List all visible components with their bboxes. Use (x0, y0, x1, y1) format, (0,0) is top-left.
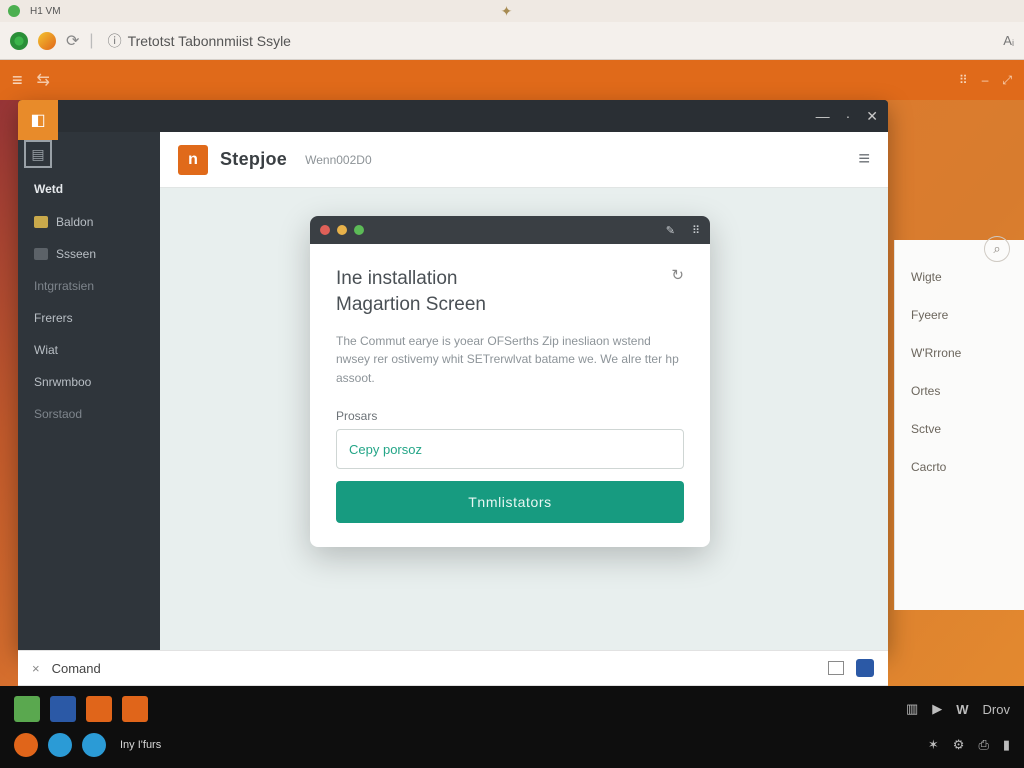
sidebar-item-1[interactable]: Ssseen (18, 238, 160, 270)
traffic-light-max[interactable] (354, 225, 364, 235)
right-panel-item-2[interactable]: W'Rrrone (911, 334, 1008, 372)
panel-icon (34, 248, 48, 260)
toolbar-right-3[interactable]: ⤢ (1002, 73, 1012, 88)
edit-icon[interactable]: ✎ (666, 224, 675, 237)
toolbar-glyph[interactable]: ⇆ (37, 70, 50, 90)
right-panel-item-4[interactable]: Sctve (911, 410, 1008, 448)
command-label: Comand (52, 661, 101, 676)
window-close-button[interactable]: ✕ (866, 108, 878, 125)
play-icon[interactable]: ▶ (932, 701, 942, 717)
traffic-light-close[interactable] (320, 225, 330, 235)
right-panel-item-0[interactable]: Wigte (911, 258, 1008, 296)
right-panel-item-3[interactable]: Ortes (911, 372, 1008, 410)
task-circle-0[interactable] (14, 733, 38, 757)
window-titlebar: — · ✕ (18, 100, 888, 132)
window-minimize-button[interactable]: — (816, 108, 830, 124)
right-panel-item-5[interactable]: Cacrto (911, 448, 1008, 486)
lock-icon: ⓘ (108, 31, 122, 51)
sidebar-item-label: Ssseen (56, 247, 96, 261)
browser-right-glyph[interactable]: Aᵢ (1003, 33, 1014, 48)
tray-icon-3[interactable]: ⎙ (978, 737, 988, 753)
sidebar-item-label: Sorstaod (34, 407, 82, 421)
content-area: n Stepjoe Wenn002D0 ≡ ✎ ⠿ (160, 132, 888, 650)
modal-titlebar[interactable]: ✎ ⠿ (310, 216, 710, 244)
browser-toolbar: ⟳ | ⓘ Tretotst Tabonnmiist Ssyle Aᵢ (0, 22, 1024, 60)
separator: | (89, 32, 93, 50)
desktop-background: H1 VM ✦ ⟳ | ⓘ Tretotst Tabonnmiist Ssyle… (0, 0, 1024, 768)
os-status-dot (8, 5, 20, 17)
browser-icon-1[interactable] (10, 32, 28, 50)
os-menubar-label: H1 VM (30, 6, 61, 17)
sidebar-item-2[interactable]: Intgrratsien (18, 270, 160, 302)
brand-subtitle: Wenn002D0 (305, 153, 372, 167)
taskbar-tiles-label: Iny I'furs (120, 739, 161, 751)
tray-icon-4[interactable]: ▮ (1003, 737, 1010, 753)
task-circle-2[interactable] (82, 733, 106, 757)
toolbar-right-1[interactable]: ⠿ (959, 73, 968, 88)
content-header: n Stepjoe Wenn002D0 ≡ (160, 132, 888, 188)
reload-icon[interactable]: ⟳ (66, 31, 79, 51)
document-icon[interactable]: ▤ (24, 140, 52, 168)
expand-icon[interactable]: ⠿ (692, 224, 700, 237)
url-text: Tretotst Tabonnmiist Ssyle (128, 33, 291, 49)
modal-description: The Commut earye is yoear OFSerths Zip i… (336, 332, 684, 388)
modal-title-line2: Magartion Screen (336, 294, 684, 316)
window-maximize-button[interactable]: · (846, 108, 851, 124)
sidebar-item-label: Wiat (34, 343, 58, 357)
sidebar-item-6[interactable]: Sorstaod (18, 398, 160, 430)
browser-icon-2[interactable] (38, 32, 56, 50)
hamburger-icon[interactable]: ≡ (12, 70, 23, 91)
command-bar: × Comand (18, 650, 888, 686)
app-window: ◧ ▤ — · ✕ Wetd Baldon Ssseen Intgrratsie… (18, 100, 888, 650)
app-orange-toolbar: ≡ ⇆ ⠿ – ⤢ (0, 60, 1024, 100)
tray-icon-2[interactable]: ⚙ (953, 737, 965, 753)
sidebar: Wetd Baldon Ssseen Intgrratsien Frerers … (18, 132, 160, 650)
sidebar-heading: Wetd (18, 176, 160, 206)
task-tile-3[interactable] (122, 696, 148, 722)
sidebar-item-label: Frerers (34, 311, 73, 325)
url-display[interactable]: ⓘ Tretotst Tabonnmiist Ssyle (108, 31, 291, 51)
command-user-icon[interactable] (856, 659, 874, 677)
reload-icon[interactable]: ↻ (671, 266, 684, 284)
brand-name: Stepjoe (220, 149, 287, 170)
sidebar-item-4[interactable]: Wiat (18, 334, 160, 366)
chart-icon[interactable]: ▥ (906, 701, 918, 717)
right-panel: ⌕ Wigte Fyeere W'Rrrone Ortes Sctve Cacr… (894, 240, 1024, 610)
sidebar-item-0[interactable]: Baldon (18, 206, 160, 238)
app-logo-tile[interactable]: ◧ (18, 100, 58, 140)
task-circle-1[interactable] (48, 733, 72, 757)
bird-icon: ✦ (501, 3, 513, 20)
app-icon[interactable]: W (956, 702, 968, 717)
sidebar-item-label: Baldon (56, 215, 93, 229)
toolbar-right-2[interactable]: – (982, 73, 989, 88)
sidebar-item-3[interactable]: Frerers (18, 302, 160, 334)
install-button[interactable]: Tnmlistators (336, 481, 684, 523)
task-tile-2[interactable] (86, 696, 112, 722)
command-close-icon[interactable]: × (32, 661, 40, 676)
tray-icon-1[interactable]: ✶ (928, 737, 939, 753)
search-icon[interactable]: ⌕ (984, 236, 1010, 262)
process-input[interactable] (336, 429, 684, 469)
sidebar-item-label: Intgrratsien (34, 279, 94, 293)
traffic-light-min[interactable] (337, 225, 347, 235)
modal-title-line1: Ine installation (336, 266, 684, 292)
brand-badge: n (178, 145, 208, 175)
folder-icon (34, 216, 48, 228)
taskbar-right-label: Drov (983, 702, 1010, 717)
modal-field-label: Prosars (336, 409, 684, 423)
command-window-icon[interactable] (828, 661, 844, 675)
sidebar-item-label: Snrwmboo (34, 375, 91, 389)
right-panel-item-1[interactable]: Fyeere (911, 296, 1008, 334)
os-menubar: H1 VM ✦ (0, 0, 1024, 22)
installation-modal: ✎ ⠿ ↻ Ine installation Magartion Screen … (310, 216, 710, 547)
content-menu-icon[interactable]: ≡ (858, 148, 870, 171)
taskbar: ▥ ▶ W Drov Iny I'furs ✶ ⚙ ⎙ ▮ (0, 686, 1024, 768)
task-tile-0[interactable] (14, 696, 40, 722)
sidebar-item-5[interactable]: Snrwmboo (18, 366, 160, 398)
task-tile-1[interactable] (50, 696, 76, 722)
